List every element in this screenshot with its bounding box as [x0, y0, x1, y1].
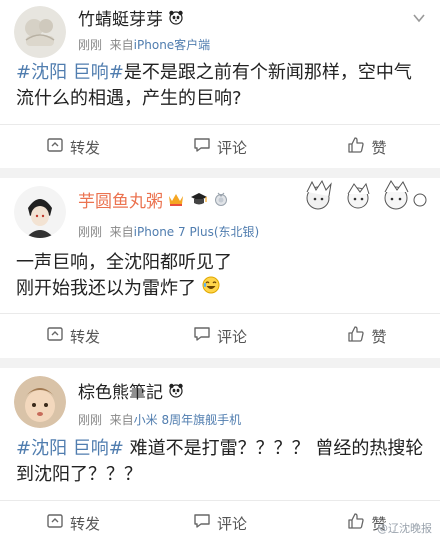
comment-button[interactable]: 评论 — [147, 314, 293, 358]
avatar[interactable] — [14, 6, 66, 58]
avatar[interactable] — [14, 376, 66, 428]
action-bar: 转发 评论 赞 — [0, 124, 440, 168]
comment-icon — [193, 512, 217, 534]
comment-icon — [193, 136, 217, 158]
post-source[interactable]: iPhone客户端 — [134, 38, 211, 52]
username[interactable]: 竹蜻蜓芽芽 — [78, 9, 184, 31]
post-content: #沈阳 巨响#是不是跟之前有个新闻那样，空中气流什么的相遇，产生的巨响? — [16, 62, 412, 109]
post-content: 一声巨响，全沈阳都听见了 刚开始我还以为雷炸了 — [16, 250, 426, 302]
post-source[interactable]: 小米 8周年旗舰手机 — [134, 413, 241, 427]
divider — [0, 358, 440, 368]
username[interactable]: 芋圆鱼丸粥 — [78, 191, 229, 213]
repost-button[interactable]: 转发 — [0, 314, 146, 358]
post-meta: 刚刚 来自iPhone客户端 — [78, 38, 211, 52]
action-bar: 转发 评论 赞 — [0, 500, 440, 544]
sticker-icon — [300, 178, 428, 218]
repost-icon — [46, 136, 70, 158]
comment-button[interactable]: 评论 — [147, 125, 293, 169]
username[interactable]: 棕色熊筆記 — [78, 382, 184, 404]
avatar[interactable] — [14, 186, 66, 238]
comment-icon — [193, 325, 217, 347]
crown-icon — [168, 191, 184, 213]
like-button[interactable]: 赞 — [294, 125, 440, 169]
weibo-post: 竹蜻蜓芽芽 刚刚 来自iPhone客户端 #沈阳 巨响#是不是跟之前有个新闻那样… — [0, 0, 440, 168]
panda-icon — [168, 9, 184, 31]
weibo-post: 芋圆鱼丸粥 刚刚 来自iPhone 7 Plus(东北银) 一声巨响，全沈阳都听… — [0, 178, 440, 358]
like-icon — [347, 136, 371, 158]
repost-icon — [46, 325, 70, 347]
weibo-post: 棕色熊筆記 刚刚 来自小米 8周年旗舰手机 #沈阳 巨响# 难道不是打雷？？？？… — [0, 368, 440, 544]
repost-button[interactable]: 转发 — [0, 501, 146, 544]
watermark: @辽沈晚报 — [377, 522, 432, 535]
post-content: #沈阳 巨响# 难道不是打雷？？？？ 曾经的热搜轮到沈阳了？？？ — [16, 438, 424, 485]
topic-link[interactable]: #沈阳 巨响# — [16, 438, 124, 459]
like-icon — [347, 512, 371, 534]
comment-button[interactable]: 评论 — [147, 501, 293, 544]
repost-icon — [46, 512, 70, 534]
post-meta: 刚刚 来自iPhone 7 Plus(东北银) — [78, 225, 260, 239]
topic-link[interactable]: #沈阳 巨响# — [16, 62, 124, 83]
post-meta: 刚刚 来自小米 8周年旗舰手机 — [78, 413, 242, 427]
grad-cap-icon — [190, 191, 208, 213]
panda-icon — [168, 382, 184, 404]
post-source[interactable]: iPhone 7 Plus(东北银) — [134, 225, 260, 239]
like-icon — [347, 325, 371, 347]
medal-icon — [213, 191, 229, 213]
divider — [0, 168, 440, 178]
repost-button[interactable]: 转发 — [0, 125, 146, 169]
emoji-laugh-icon — [202, 276, 220, 302]
action-bar: 转发 评论 赞 — [0, 313, 440, 357]
like-button[interactable]: 赞 — [294, 314, 440, 358]
chevron-down-icon[interactable] — [412, 10, 426, 24]
